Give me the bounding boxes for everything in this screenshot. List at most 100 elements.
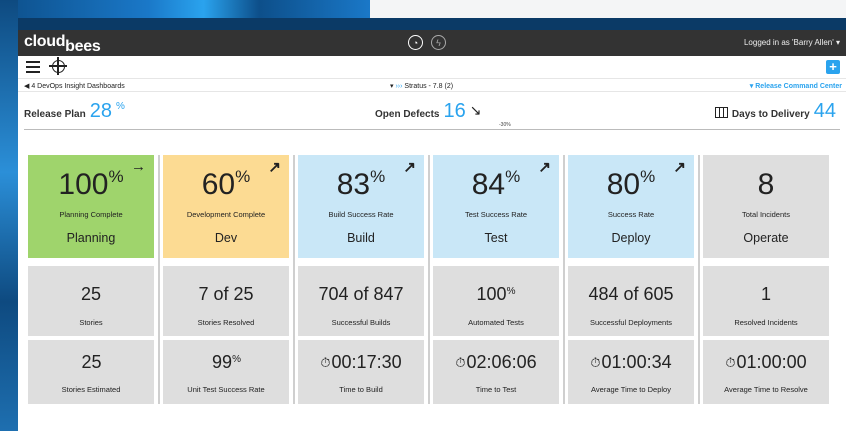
test-stage-card[interactable]: ↗ 84% Test Success Rate Test bbox=[433, 155, 559, 258]
open-defects-label: Open Defects bbox=[375, 109, 440, 120]
stage-metric-label: Planning Complete bbox=[59, 210, 123, 219]
stage-name: Planning bbox=[66, 231, 116, 245]
background-decoration-left bbox=[0, 0, 18, 431]
hamburger-menu-icon[interactable] bbox=[26, 61, 40, 73]
time-label: Average Time to Deploy bbox=[591, 385, 671, 394]
back-to-dashboards-link[interactable]: ◀ 4 DevOps Insight Dashboards bbox=[24, 82, 125, 90]
toolbar: + bbox=[18, 56, 846, 78]
metric-value: 100% bbox=[433, 284, 559, 305]
calendar-icon bbox=[714, 107, 728, 118]
top-bar: cloudbees ◔ ϟ Logged in as 'Barry Allen'… bbox=[18, 30, 846, 56]
stage-unit: % bbox=[505, 167, 521, 186]
deploy-time-card[interactable]: ⏱01:00:34 Average Time to Deploy bbox=[568, 340, 694, 404]
logo-text: cloud bbox=[24, 33, 66, 50]
time-label: Stories Estimated bbox=[61, 385, 121, 394]
release-plan-summary: Release Plan 28% bbox=[24, 100, 125, 123]
stage-unit: % bbox=[108, 167, 124, 186]
metric-value: 484 of 605 bbox=[568, 284, 694, 305]
metric-label: Automated Tests bbox=[468, 318, 524, 327]
operate-stage-card[interactable]: 8 Total Incidents Operate bbox=[703, 155, 829, 258]
metric-label: Successful Deployments bbox=[589, 318, 673, 327]
time-number: 99 bbox=[212, 352, 233, 372]
column-divider bbox=[292, 155, 295, 404]
dashboard-clock-icon[interactable]: ◔ bbox=[408, 35, 423, 50]
stage-value: 8 bbox=[757, 168, 775, 201]
metric-value: 25 bbox=[28, 284, 154, 305]
metric-label: Stories Resolved bbox=[197, 318, 255, 327]
lightning-icon[interactable]: ϟ bbox=[431, 35, 446, 50]
time-number: 01:00:00 bbox=[736, 352, 807, 372]
metric-unit: % bbox=[506, 286, 516, 297]
test-metric-card[interactable]: 100% Automated Tests bbox=[433, 266, 559, 336]
stopwatch-icon: ⏱ bbox=[320, 355, 331, 370]
metric-number: 1 bbox=[760, 284, 771, 304]
time-number: 25 bbox=[81, 352, 102, 372]
stopwatch-icon: ⏱ bbox=[590, 355, 601, 370]
stage-value: 100 bbox=[58, 168, 109, 201]
logo-subtext: bees bbox=[65, 38, 101, 55]
build-time-card[interactable]: ⏱00:17:30 Time to Build bbox=[298, 340, 424, 404]
release-command-center-menu[interactable]: ▾ Release Command Center bbox=[750, 82, 842, 90]
time-value: ⏱02:06:06 bbox=[433, 352, 559, 373]
time-label: Unit Test Success Rate bbox=[187, 385, 265, 394]
stopwatch-icon: ⏱ bbox=[455, 355, 466, 370]
stage-unit: % bbox=[370, 167, 386, 186]
stage-metric-label: Success Rate bbox=[607, 210, 655, 219]
time-value: 25 bbox=[28, 352, 154, 373]
test-time-card[interactable]: ⏱02:06:06 Time to Test bbox=[433, 340, 559, 404]
deploy-stage-card[interactable]: ↗ 80% Success Rate Deploy bbox=[568, 155, 694, 258]
release-plan-unit: % bbox=[115, 101, 125, 112]
dev-stage-card[interactable]: ↗ 60% Development Complete Dev bbox=[163, 155, 289, 258]
stage-metric-label: Development Complete bbox=[186, 210, 266, 219]
metric-value: 1 bbox=[703, 284, 829, 305]
metric-label: Stories bbox=[79, 318, 103, 327]
time-value: ⏱01:00:00 bbox=[703, 352, 829, 373]
metric-number: 484 of 605 bbox=[588, 284, 674, 304]
open-defects-summary: Open Defects 16 ↘ -30% bbox=[375, 100, 511, 128]
deploy-metric-card[interactable]: 484 of 605 Successful Deployments bbox=[568, 266, 694, 336]
metric-label: Resolved Incidents bbox=[734, 318, 798, 327]
cloudbees-logo[interactable]: cloudbees bbox=[24, 33, 101, 55]
stage-percentage: 8 bbox=[703, 170, 829, 200]
release-selector[interactable]: ▾ ››› Stratus - 7.8 (2) bbox=[390, 82, 453, 90]
time-number: 01:00:34 bbox=[601, 352, 672, 372]
column-divider bbox=[157, 155, 160, 404]
planning-metric-card[interactable]: 25 Stories bbox=[28, 266, 154, 336]
time-label: Average Time to Resolve bbox=[724, 385, 808, 394]
stage-name: Operate bbox=[743, 231, 789, 245]
stage-name: Deploy bbox=[611, 231, 651, 245]
operate-metric-card[interactable]: 1 Resolved Incidents bbox=[703, 266, 829, 336]
release-plan-label: Release Plan bbox=[24, 109, 86, 120]
build-stage-card[interactable]: ↗ 83% Build Success Rate Build bbox=[298, 155, 424, 258]
user-menu[interactable]: Logged in as 'Barry Allen' ▾ bbox=[744, 38, 840, 47]
stage-unit: % bbox=[235, 167, 251, 186]
add-button[interactable]: + bbox=[826, 60, 840, 74]
topbar-icons: ◔ ϟ bbox=[408, 35, 446, 50]
trend-arrow-icon: ↗ bbox=[403, 159, 416, 176]
metric-number: 7 of 25 bbox=[198, 284, 254, 304]
days-to-delivery-label: Days to Delivery bbox=[731, 109, 810, 120]
time-value: ⏱01:00:34 bbox=[568, 352, 694, 373]
trend-arrow-icon: ↗ bbox=[268, 159, 281, 176]
days-to-delivery-value: 44 bbox=[813, 100, 836, 122]
dev-metric-card[interactable]: 7 of 25 Stories Resolved bbox=[163, 266, 289, 336]
operate-time-card[interactable]: ⏱01:00:00 Average Time to Resolve bbox=[703, 340, 829, 404]
trend-arrow-icon: → bbox=[131, 158, 146, 175]
planning-time-card[interactable]: 25 Stories Estimated bbox=[28, 340, 154, 404]
dev-time-card[interactable]: 99% Unit Test Success Rate bbox=[163, 340, 289, 404]
build-metric-card[interactable]: 704 of 847 Successful Builds bbox=[298, 266, 424, 336]
column-divider bbox=[562, 155, 565, 404]
time-value: ⏱00:17:30 bbox=[298, 352, 424, 373]
crosshair-icon[interactable] bbox=[49, 57, 67, 75]
release-name: Stratus - 7.8 (2) bbox=[402, 83, 454, 90]
time-label: Time to Test bbox=[475, 385, 517, 394]
background-decoration bbox=[0, 0, 370, 18]
stage-metric-label: Total Incidents bbox=[742, 210, 790, 219]
open-defects-value: 16 bbox=[443, 100, 466, 122]
metric-label: Successful Builds bbox=[331, 318, 391, 327]
stage-value: 80 bbox=[606, 168, 641, 201]
planning-stage-card[interactable]: → 100% Planning Complete Planning bbox=[28, 155, 154, 258]
time-label: Time to Build bbox=[339, 385, 383, 394]
trend-arrow-icon: ↗ bbox=[538, 159, 551, 176]
time-number: 02:06:06 bbox=[466, 352, 537, 372]
